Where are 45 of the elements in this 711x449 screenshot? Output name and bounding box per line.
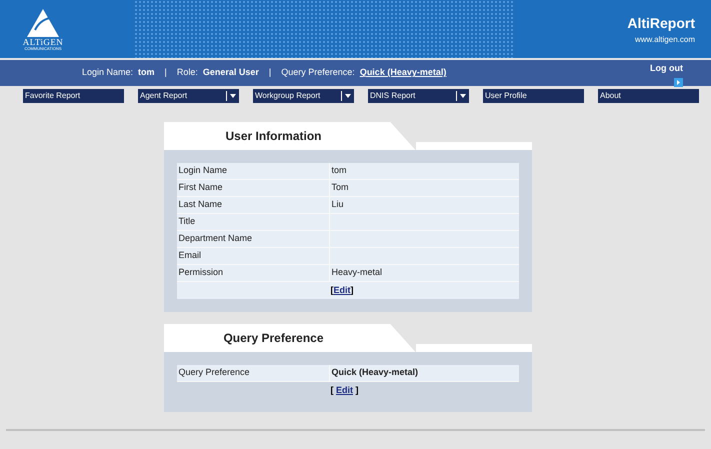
nav-menu-item[interactable]: Workgroup Report [253, 88, 354, 102]
info-value: General User [202, 66, 259, 80]
nav-menu-item[interactable]: Agent Report [138, 88, 239, 102]
site-address: www.altigen.com [634, 34, 695, 46]
nav-menu-item[interactable]: About [598, 88, 699, 102]
info-label: Query Preference: [281, 66, 355, 80]
field-label: Department Name [178, 232, 254, 246]
field-label: Query Preference [178, 366, 251, 380]
logout-label: Log out [650, 62, 683, 75]
separator: | [268, 66, 272, 80]
field-label: Login Name [178, 164, 228, 178]
field-value: Heavy-metal [332, 266, 382, 280]
nav-menu-item[interactable]: Favorite Report [23, 88, 124, 102]
logo-icon [26, 8, 60, 38]
info-value: tom [138, 66, 155, 80]
dropdown-arrow-icon [341, 90, 353, 100]
dropdown-arrow-icon [226, 90, 238, 100]
field-label: Title [178, 215, 196, 228]
info-label: Login Name: [82, 66, 134, 80]
bracket: [ [330, 384, 334, 397]
field-label: Permission [178, 266, 224, 280]
info-label: Role: [176, 66, 198, 80]
nav-menu-item[interactable]: DNIS Report [368, 88, 469, 102]
bracket: [ [330, 284, 334, 297]
bracket: ] [350, 284, 354, 297]
field-value: Tom [332, 181, 349, 194]
nav-menu-item[interactable]: User Profile [483, 88, 584, 102]
panel-title: User Information [225, 128, 322, 145]
field-label: First Name [178, 181, 224, 194]
logo-text: ALTiGEN [22, 38, 64, 46]
field-value: Liu [332, 198, 344, 212]
logout-button[interactable] [674, 78, 683, 86]
field-label: Last Name [178, 198, 224, 212]
field-label: Email [178, 249, 202, 262]
edit-link[interactable]: Edit [334, 284, 350, 298]
panel-title: Query Preference [223, 330, 324, 347]
play-icon [676, 80, 681, 84]
bracket: ] [354, 384, 358, 397]
query-preference-link[interactable]: Quick (Heavy-metal) [360, 66, 446, 80]
separator: | [164, 66, 167, 80]
app-title: AltiReport [627, 14, 695, 33]
edit-link[interactable]: Edit [336, 384, 353, 398]
dropdown-arrow-icon [456, 90, 468, 100]
field-value: Quick (Heavy-metal) [332, 366, 418, 380]
field-value: tom [332, 164, 347, 178]
